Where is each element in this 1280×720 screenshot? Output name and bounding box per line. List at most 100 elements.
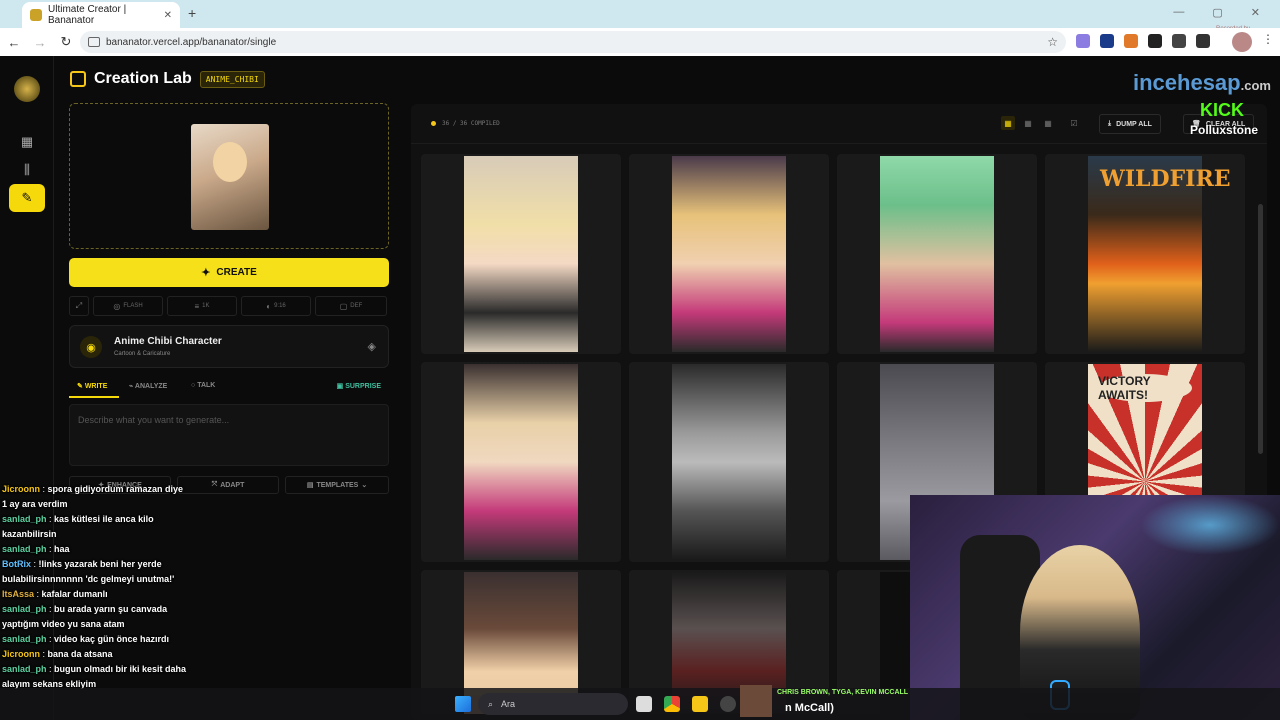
chat-user: BotRix <box>2 559 31 569</box>
maximize-icon[interactable]: ▢ <box>1212 6 1222 19</box>
window-controls: — ▢ ✕ <box>1173 6 1260 19</box>
grid-nav-icon[interactable]: ▦ <box>9 128 45 156</box>
aspect-ratio-option-label: 9:16 <box>274 303 286 309</box>
sponsor-watermark: incehesap.com <box>1133 70 1271 96</box>
result-card[interactable] <box>629 362 829 562</box>
menu-kebab-icon[interactable]: ⋮ <box>1262 32 1274 46</box>
result-card[interactable] <box>421 154 621 354</box>
result-card[interactable] <box>629 154 829 354</box>
download-icon[interactable] <box>1196 34 1210 48</box>
site-favicon-icon <box>30 9 42 21</box>
compiled-status: 36 / 36 COMPILED <box>431 120 500 127</box>
select-icon[interactable]: ☑ <box>1067 116 1081 130</box>
uploaded-image-thumbnail[interactable] <box>191 124 269 230</box>
result-card[interactable]: WILDFIRE <box>1045 154 1245 354</box>
chat-message: sanlad_ph : haa <box>2 544 70 554</box>
grid-large-icon[interactable]: ▦ <box>1001 116 1015 130</box>
watermark-text: incehesap <box>1133 70 1241 95</box>
layers-icon: ≡ <box>194 301 200 311</box>
reload-icon[interactable]: ↻ <box>54 34 78 50</box>
profile-avatar[interactable] <box>1232 32 1252 52</box>
status-dot-icon <box>431 121 436 126</box>
bookmark-star-icon[interactable]: ☆ <box>1047 35 1058 49</box>
address-bar: ← → ↻ bananator.vercel.app/bananator/sin… <box>0 28 1280 56</box>
chat-text: bana da atsana <box>47 649 113 659</box>
resolution-option[interactable]: ≡ 1K <box>167 296 237 316</box>
palette-icon: ◉ <box>80 336 102 358</box>
site-info-icon[interactable] <box>88 37 100 47</box>
url-text: bananator.vercel.app/bananator/single <box>106 36 277 48</box>
model-option[interactable]: ◎ FLASH <box>93 296 163 316</box>
prompt-textarea[interactable]: Describe what you want to generate... <box>69 404 389 466</box>
grid-small-icon[interactable]: ▦ <box>1041 116 1055 130</box>
extension-icon[interactable] <box>1100 34 1114 48</box>
result-image[interactable] <box>672 156 786 352</box>
result-image[interactable] <box>880 156 994 352</box>
poster-title: VICTORY AWAITS! <box>1098 374 1192 402</box>
close-window-icon[interactable]: ✕ <box>1251 6 1260 19</box>
tab-analyze-label: ANALYZE <box>134 383 168 390</box>
banana-logo[interactable] <box>14 76 40 102</box>
forward-icon[interactable]: → <box>28 35 52 50</box>
result-image[interactable] <box>672 364 786 560</box>
adapt-button[interactable]: ⤧ ADAPT <box>177 476 279 494</box>
quality-option[interactable]: ▢ DEF <box>315 296 387 316</box>
tab-write[interactable]: ✎ WRITE <box>77 382 107 390</box>
result-card[interactable] <box>421 362 621 562</box>
minimize-icon[interactable]: — <box>1173 6 1184 19</box>
diamond-icon[interactable]: ◈ <box>368 340 376 353</box>
surprise-button[interactable]: ▣ SURPRISE <box>337 382 381 390</box>
surprise-label: SURPRISE <box>345 383 381 390</box>
file-explorer-icon[interactable] <box>692 696 708 712</box>
browser-tab[interactable]: Ultimate Creator | Bananator ✕ <box>22 2 180 28</box>
tab-analyze[interactable]: ⌁ ANALYZE <box>129 382 167 390</box>
chat-user: ItsAssa <box>2 589 35 599</box>
result-image[interactable] <box>464 156 578 352</box>
metamask-icon[interactable] <box>1124 34 1138 48</box>
windows-start-icon[interactable] <box>455 696 471 712</box>
tab-write-label: WRITE <box>84 383 108 390</box>
back-icon[interactable]: ← <box>2 35 26 50</box>
chat-user: Jicroonn <box>2 649 41 659</box>
extension-icon[interactable] <box>1148 34 1162 48</box>
mode-tabs: ✎ WRITE ⌁ ANALYZE ○ TALK ▣ SURPRISE <box>69 378 389 398</box>
result-card[interactable] <box>837 154 1037 354</box>
library-nav-icon[interactable]: ⫼ <box>9 156 45 184</box>
new-tab-icon[interactable]: + <box>188 5 196 21</box>
chat-message: ItsAssa : kafalar dumanlı <box>2 589 108 599</box>
dump-all-button[interactable]: ⤓ DUMP ALL <box>1099 114 1161 134</box>
result-image[interactable] <box>464 364 578 560</box>
extension-icon[interactable] <box>1076 34 1090 48</box>
expand-icon[interactable]: ⤢ <box>69 296 89 316</box>
close-tab-icon[interactable]: ✕ <box>164 10 172 21</box>
aspect-ratio-option[interactable]: ◐ 9:16 <box>241 296 311 316</box>
create-button[interactable]: ✦ CREATE <box>69 258 389 287</box>
resolution-option-label: 1K <box>202 303 210 309</box>
style-name: Anime Chibi Character <box>114 336 222 347</box>
compiled-count: 36 / 36 COMPILED <box>442 120 500 127</box>
chat-user: sanlad_ph <box>2 544 47 554</box>
task-view-icon[interactable] <box>636 696 652 712</box>
chrome-icon[interactable] <box>664 696 680 712</box>
tab-talk[interactable]: ○ TALK <box>191 382 215 389</box>
create-label: CREATE <box>216 267 257 278</box>
music-artist: CHRIS BROWN, TYGA, KEVIN MCCALL <box>777 689 909 696</box>
url-input[interactable]: bananator.vercel.app/bananator/single ☆ <box>80 31 1066 53</box>
dump-all-label: DUMP ALL <box>1116 120 1152 128</box>
taskbar-search[interactable]: ⌕ Ara <box>478 693 628 715</box>
obs-icon[interactable] <box>720 696 736 712</box>
templates-dropdown[interactable]: ▤ TEMPLATES ⌄ <box>285 476 389 494</box>
chat-text: haa <box>54 544 70 554</box>
puzzle-icon[interactable] <box>1172 34 1186 48</box>
watermark-tld: .com <box>1240 78 1271 93</box>
creation-lab-nav-icon[interactable]: ✎ <box>9 184 45 212</box>
chevron-down-icon: ⌄ <box>361 482 368 489</box>
edit-square-icon <box>70 71 86 87</box>
chat-user: sanlad_ph <box>2 634 47 644</box>
upload-dropzone[interactable] <box>69 103 389 249</box>
result-image[interactable]: WILDFIRE <box>1088 156 1231 352</box>
results-scrollbar[interactable] <box>1258 204 1263 454</box>
grid-medium-icon[interactable]: ▦ <box>1021 116 1035 130</box>
style-selector-card[interactable]: ◉ Anime Chibi Character Cartoon & Carica… <box>69 325 389 368</box>
tab-talk-label: TALK <box>197 382 216 389</box>
